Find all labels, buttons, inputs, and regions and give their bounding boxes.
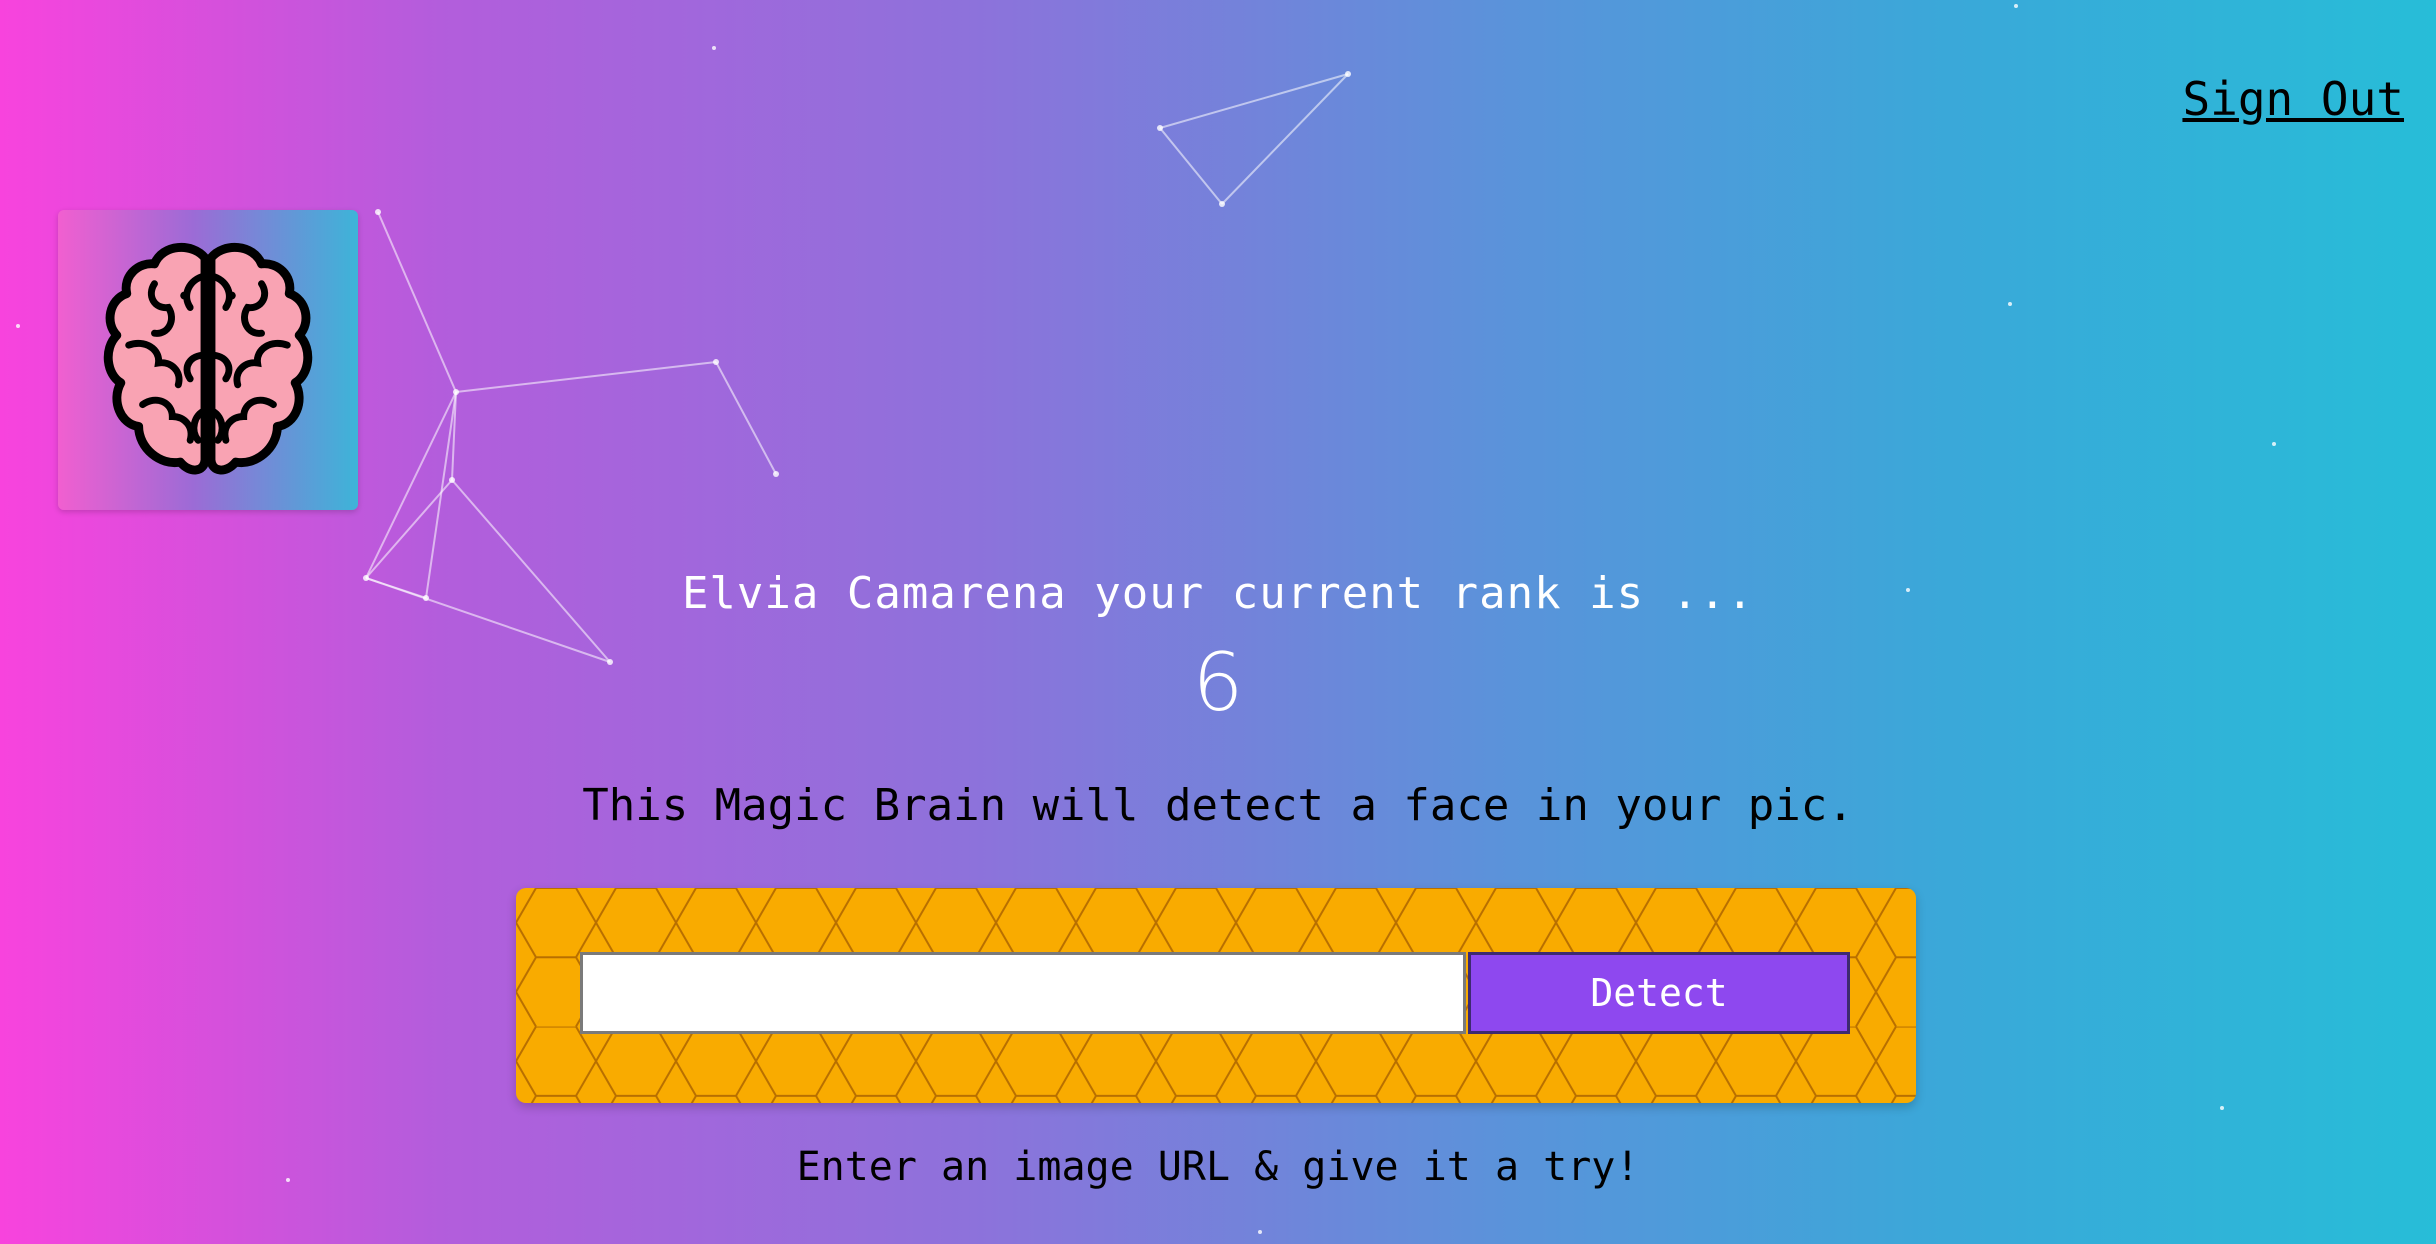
detect-form-panel: Detect <box>516 888 1916 1103</box>
tagline: This Magic Brain will detect a face in y… <box>582 780 1854 831</box>
hint-text: Enter an image URL & give it a try! <box>796 1144 1640 1190</box>
brain-icon <box>103 242 313 475</box>
rank-message: Elvia Camarena your current rank is ... <box>681 568 1755 619</box>
detect-button[interactable]: Detect <box>1468 952 1850 1034</box>
logo <box>58 210 358 510</box>
image-url-input[interactable] <box>580 952 1466 1034</box>
rank-value: 6 <box>1192 636 1244 729</box>
sign-out-link[interactable]: Sign Out <box>2182 72 2404 126</box>
